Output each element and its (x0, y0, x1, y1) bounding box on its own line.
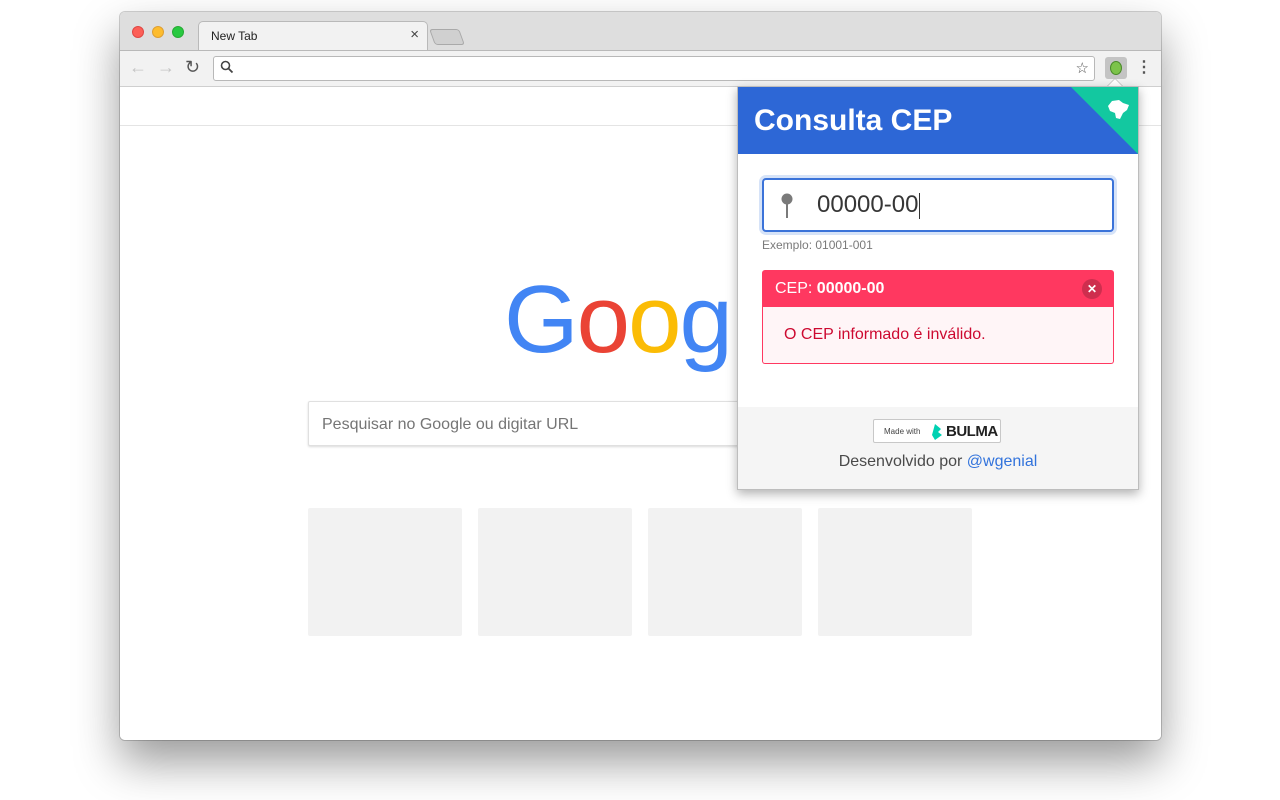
tile[interactable] (478, 508, 632, 636)
forward-arrow-icon[interactable]: → (157, 57, 175, 78)
extension-popup: Consulta CEP 00000-00 Exemplo: 01001-001… (737, 86, 1139, 490)
logo-letter: o (628, 266, 681, 373)
brazil-map-icon (1106, 99, 1129, 119)
bulma-logo-icon (932, 424, 943, 445)
message-header: CEP: 00000-00 ✕ (762, 270, 1114, 307)
cep-value-text: 00000-00 (817, 191, 919, 218)
minimize-window-button[interactable] (152, 26, 164, 38)
credit-line: Desenvolvido por @wgenial (738, 453, 1138, 471)
tab-close-icon[interactable]: × (410, 26, 419, 43)
badge-brand: BULMA (946, 423, 998, 440)
address-bar[interactable]: ☆ (213, 56, 1095, 81)
tab-new-tab[interactable]: New Tab × (198, 21, 428, 50)
bookmark-star-icon[interactable]: ☆ (1076, 59, 1089, 77)
tile[interactable] (818, 508, 972, 636)
close-message-icon[interactable]: ✕ (1082, 279, 1102, 299)
title-bar: New Tab × (120, 12, 1161, 50)
popup-header: Consulta CEP (738, 87, 1138, 154)
maximize-window-button[interactable] (172, 26, 184, 38)
logo-letter: o (576, 266, 630, 373)
back-arrow-icon[interactable]: ← (129, 57, 147, 78)
cep-input-value: 00000-00 (817, 191, 921, 219)
text-caret (919, 192, 921, 219)
search-placeholder: Pesquisar no Google ou digitar URL (322, 416, 579, 433)
message-body: O CEP informado é inválido. (762, 307, 1114, 364)
logo-letter: G (504, 266, 579, 373)
google-logo: Googl (504, 266, 752, 373)
badge-prefix: Made with (884, 427, 921, 436)
cep-extension-icon (1110, 61, 1122, 75)
menu-kebab-icon[interactable]: ⋮ (1136, 57, 1152, 77)
close-window-button[interactable] (132, 26, 144, 38)
tile[interactable] (308, 508, 462, 636)
popup-footer: Made with BULMA Desenvolvido por @wgenia… (738, 407, 1138, 489)
cep-input[interactable]: 00000-00 (762, 178, 1114, 232)
search-icon (220, 60, 234, 79)
message-cep-value: 00000-00 (816, 280, 885, 297)
logo-letter: g (679, 266, 732, 373)
made-with-bulma-badge[interactable]: Made with BULMA (873, 419, 1001, 443)
help-text: Exemplo: 01001-001 (762, 238, 873, 252)
credit-text: Desenvolvido por (838, 453, 963, 470)
message-body-text: O CEP informado é inválido. (784, 326, 986, 343)
browser-toolbar: ← → ↻ ☆ ⋮ (120, 50, 1161, 87)
map-pin-icon (780, 193, 794, 224)
tile[interactable] (648, 508, 802, 636)
tab-title: New Tab (211, 29, 258, 43)
message-header-text: CEP: 00000-00 (775, 280, 884, 298)
message-label: CEP: (775, 280, 813, 297)
popup-title: Consulta CEP (754, 104, 953, 137)
extension-button[interactable] (1105, 57, 1127, 79)
reload-icon[interactable]: ↻ (185, 57, 200, 78)
error-message: CEP: 00000-00 ✕ O CEP informado é inváli… (762, 270, 1114, 364)
new-tab-button[interactable] (429, 29, 465, 45)
credit-link[interactable]: @wgenial (967, 453, 1038, 470)
